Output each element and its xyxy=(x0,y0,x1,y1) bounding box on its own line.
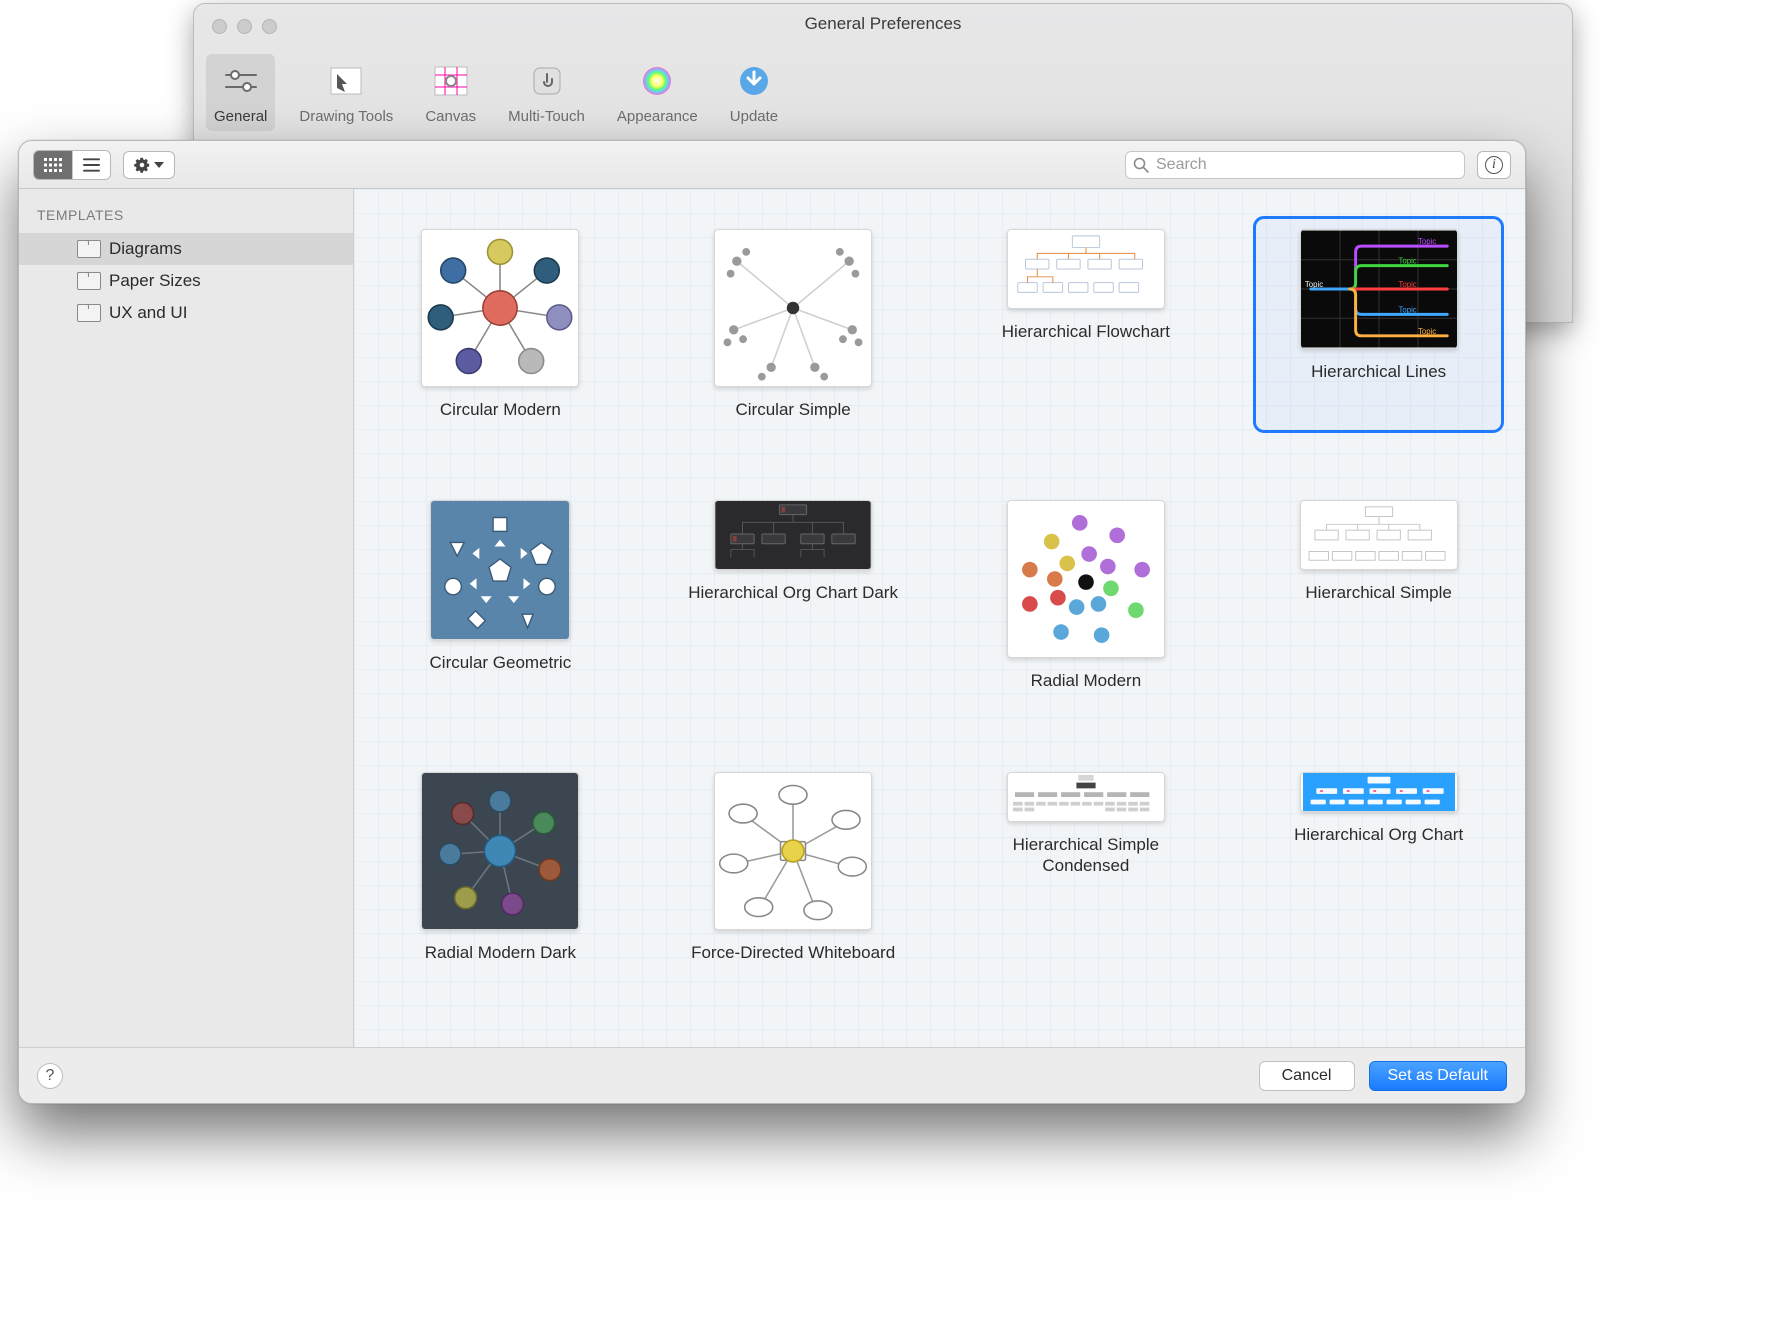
svg-text:Topic: Topic xyxy=(1305,280,1323,289)
list-icon xyxy=(83,158,100,172)
chevron-down-icon xyxy=(154,162,164,168)
sheet-footer: ? Cancel Set as Default xyxy=(19,1047,1525,1103)
parent-tab-general[interactable]: General xyxy=(206,54,275,131)
template-thumbnail xyxy=(421,772,579,930)
general-icon xyxy=(220,60,262,102)
parent-tab-label: General xyxy=(214,108,267,125)
template-radial-modern[interactable]: Radial Modern xyxy=(964,490,1209,701)
grid-view-button[interactable] xyxy=(34,151,72,179)
template-thumbnail xyxy=(1007,500,1165,658)
canvas-icon xyxy=(430,60,472,102)
info-button[interactable]: i xyxy=(1477,151,1511,179)
svg-text:Topic: Topic xyxy=(1418,237,1436,246)
search-icon xyxy=(1133,157,1149,173)
template-thumbnail xyxy=(714,772,872,930)
template-thumbnail xyxy=(1300,772,1458,812)
template-thumbnail xyxy=(1007,229,1165,309)
template-label: Hierarchical Org Chart Dark xyxy=(688,582,898,603)
template-hierarchical-lines[interactable]: Topic Topic Topic Topic Topic Topic Hier… xyxy=(1256,219,1501,430)
template-circular-geometric[interactable]: Circular Geometric xyxy=(378,490,623,701)
template-thumbnail xyxy=(421,229,579,387)
actions-menu-button[interactable] xyxy=(123,151,175,179)
template-hierarchical-org-chart[interactable]: Hierarchical Org Chart xyxy=(1256,762,1501,973)
help-button[interactable]: ? xyxy=(37,1063,63,1089)
template-radial-modern-dark[interactable]: Radial Modern Dark xyxy=(378,762,623,973)
sidebar-item-paper-sizes[interactable]: Paper Sizes xyxy=(19,265,353,297)
sheet-toolbar: i xyxy=(19,141,1525,189)
template-label: Hierarchical Org Chart xyxy=(1294,824,1463,845)
gear-icon xyxy=(134,157,150,173)
parent-tab-canvas[interactable]: Canvas xyxy=(417,54,484,131)
parent-tab-label: Multi-Touch xyxy=(508,108,585,125)
template-label: Hierarchical Flowchart xyxy=(1002,321,1170,342)
templates-sidebar: TEMPLATES Diagrams Paper Sizes UX and UI xyxy=(19,189,354,1047)
parent-tab-update[interactable]: Update xyxy=(722,54,786,131)
sidebar-item-ux-and-ui[interactable]: UX and UI xyxy=(19,297,353,329)
view-mode-segment xyxy=(33,150,111,180)
template-label: Force-Directed Whiteboard xyxy=(691,942,895,963)
sidebar-section-header: TEMPLATES xyxy=(19,207,353,233)
set-default-button[interactable]: Set as Default xyxy=(1369,1061,1508,1091)
template-label: Hierarchical Simple Condensed xyxy=(981,834,1191,877)
template-label: Circular Geometric xyxy=(430,652,572,673)
template-label: Circular Modern xyxy=(440,399,561,420)
parent-tab-label: Appearance xyxy=(617,108,698,125)
template-thumbnail xyxy=(1007,772,1165,822)
template-thumbnail xyxy=(714,500,872,570)
parent-toolbar: General Drawing Tools Canvas Multi-Touch App… xyxy=(206,54,786,131)
template-circular-modern[interactable]: Circular Modern xyxy=(378,219,623,430)
parent-tab-multi-touch[interactable]: Multi-Touch xyxy=(500,54,593,131)
list-view-button[interactable] xyxy=(72,151,110,179)
search-input[interactable] xyxy=(1125,151,1465,179)
info-icon: i xyxy=(1485,156,1503,174)
parent-tab-appearance[interactable]: Appearance xyxy=(609,54,706,131)
template-label: Radial Modern xyxy=(1031,670,1142,691)
template-circular-simple[interactable]: Circular Simple xyxy=(671,219,916,430)
svg-text:Topic: Topic xyxy=(1418,327,1436,336)
template-thumbnail xyxy=(1300,500,1458,570)
parent-window-title: General Preferences xyxy=(194,14,1572,34)
multi-touch-icon xyxy=(526,60,568,102)
parent-tab-drawing-tools[interactable]: Drawing Tools xyxy=(291,54,401,131)
template-chooser-sheet: i TEMPLATES Diagrams Paper Sizes UX and UI… xyxy=(18,140,1526,1104)
template-label: Hierarchical Lines xyxy=(1311,361,1446,382)
cancel-button[interactable]: Cancel xyxy=(1259,1061,1355,1091)
parent-tab-label: Canvas xyxy=(425,108,476,125)
template-force-directed-whiteboard[interactable]: Force-Directed Whiteboard xyxy=(671,762,916,973)
svg-text:Topic: Topic xyxy=(1398,257,1416,266)
template-hierarchical-flowchart[interactable]: Hierarchical Flowchart xyxy=(964,219,1209,430)
template-thumbnail xyxy=(430,500,570,640)
svg-text:Topic: Topic xyxy=(1398,305,1416,314)
sidebar-item-label: UX and UI xyxy=(109,303,187,323)
update-icon xyxy=(733,60,775,102)
template-hierarchical-simple[interactable]: Hierarchical Simple xyxy=(1256,490,1501,701)
sidebar-item-label: Diagrams xyxy=(109,239,182,259)
appearance-icon xyxy=(636,60,678,102)
template-hierarchical-simple-condensed[interactable]: Hierarchical Simple Condensed xyxy=(964,762,1209,973)
template-label: Radial Modern Dark xyxy=(425,942,576,963)
search-field-wrap xyxy=(1125,151,1465,179)
templates-content[interactable]: Circular Modern Circular Simple Hierarch… xyxy=(354,189,1525,1047)
sidebar-item-label: Paper Sizes xyxy=(109,271,201,291)
template-thumbnail xyxy=(714,229,872,387)
parent-tab-label: Drawing Tools xyxy=(299,108,393,125)
template-thumbnail: Topic Topic Topic Topic Topic Topic xyxy=(1300,229,1458,349)
template-label: Hierarchical Simple xyxy=(1305,582,1451,603)
template-label: Circular Simple xyxy=(736,399,851,420)
svg-text:Topic: Topic xyxy=(1398,280,1416,289)
drawing-tools-icon xyxy=(325,60,367,102)
parent-tab-label: Update xyxy=(730,108,778,125)
sidebar-item-diagrams[interactable]: Diagrams xyxy=(19,233,353,265)
template-hierarchical-org-chart-dark[interactable]: Hierarchical Org Chart Dark xyxy=(671,490,916,701)
grid-icon xyxy=(44,158,62,172)
